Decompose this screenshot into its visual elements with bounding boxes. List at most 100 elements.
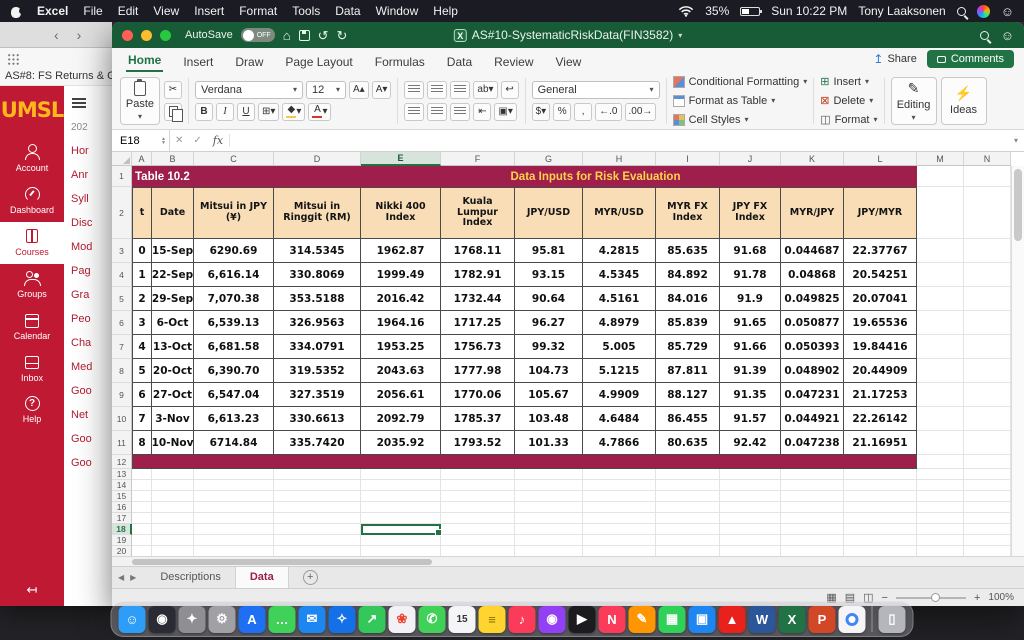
- menu-item-tools[interactable]: Tools: [292, 4, 320, 18]
- grid-cell[interactable]: [964, 335, 1011, 359]
- grid-cell[interactable]: [132, 491, 152, 502]
- borders-button[interactable]: ⊞▾: [258, 103, 279, 121]
- hamburger-icon[interactable]: [72, 98, 86, 100]
- column-header-e[interactable]: E: [361, 152, 441, 166]
- table-data-cell[interactable]: 91.57: [720, 407, 781, 431]
- grid-cell[interactable]: [964, 513, 1011, 524]
- table-data-cell[interactable]: 1793.52: [441, 431, 515, 455]
- dock-safari[interactable]: ✧: [329, 606, 356, 633]
- wifi-icon[interactable]: [678, 5, 694, 17]
- align-bottom-button[interactable]: [450, 81, 470, 99]
- grid-cell[interactable]: [515, 480, 583, 491]
- tab-draw[interactable]: Draw: [233, 52, 265, 72]
- table-data-cell[interactable]: 86.455: [656, 407, 720, 431]
- grid-cell[interactable]: [781, 524, 844, 535]
- grid-cell[interactable]: [194, 524, 274, 535]
- grid-cell[interactable]: [917, 502, 964, 513]
- menubar-clock[interactable]: Sun 10:22 PM: [771, 4, 847, 18]
- table-data-cell[interactable]: 1756.73: [441, 335, 515, 359]
- cell-styles-button[interactable]: Cell Styles▾: [673, 112, 808, 127]
- dock-excel[interactable]: X: [779, 606, 806, 633]
- table-data-cell[interactable]: 87.811: [656, 359, 720, 383]
- row-header-9[interactable]: 9: [112, 383, 132, 407]
- table-data-cell[interactable]: 80.635: [656, 431, 720, 455]
- grid-cell[interactable]: [964, 239, 1011, 263]
- horizontal-scrollbar[interactable]: [112, 556, 1024, 566]
- row-header-2[interactable]: 2: [112, 187, 132, 239]
- column-header-m[interactable]: M: [917, 152, 964, 166]
- table-data-cell[interactable]: 8: [132, 431, 152, 455]
- table-data-cell[interactable]: 2016.42: [361, 287, 441, 311]
- fill-color-button[interactable]: ◆▾: [282, 103, 305, 121]
- table-data-cell[interactable]: 2056.61: [361, 383, 441, 407]
- column-header-n[interactable]: N: [964, 152, 1011, 166]
- table-data-cell[interactable]: 1770.06: [441, 383, 515, 407]
- table-data-cell[interactable]: 19.84416: [844, 335, 917, 359]
- grid-cell[interactable]: [583, 469, 656, 480]
- menu-item-file[interactable]: File: [83, 4, 102, 18]
- table-data-cell[interactable]: 6,390.70: [194, 359, 274, 383]
- table-data-cell[interactable]: 5: [132, 359, 152, 383]
- umsl-logo[interactable]: UMSL: [0, 86, 64, 138]
- row-header-20[interactable]: 20: [112, 546, 132, 556]
- table-data-cell[interactable]: 0.050877: [781, 311, 844, 335]
- table-data-cell[interactable]: 314.5345: [274, 239, 361, 263]
- insert-cells-button[interactable]: ⊞ Insert▾: [820, 74, 877, 89]
- grid-cell[interactable]: [844, 513, 917, 524]
- grid-cell[interactable]: [441, 491, 515, 502]
- dock-finder[interactable]: ☺: [119, 606, 146, 633]
- course-nav-link[interactable]: Net: [64, 403, 112, 427]
- cancel-icon[interactable]: ✕: [170, 135, 188, 146]
- table-data-cell[interactable]: 91.9: [720, 287, 781, 311]
- menu-item-insert[interactable]: Insert: [194, 4, 224, 18]
- table-data-cell[interactable]: 2043.63: [361, 359, 441, 383]
- grow-font-button[interactable]: A▴: [349, 81, 369, 99]
- menubar-extra-icon[interactable]: ☺: [1001, 5, 1014, 18]
- grid-cell[interactable]: [917, 469, 964, 480]
- font-name-select[interactable]: Verdana▾: [195, 81, 303, 99]
- autosave-toggle[interactable]: OFF: [241, 28, 275, 42]
- table-data-cell[interactable]: 103.48: [515, 407, 583, 431]
- row-header-7[interactable]: 7: [112, 335, 132, 359]
- dock-tv[interactable]: ▶: [569, 606, 596, 633]
- course-nav-link[interactable]: Pag: [64, 259, 112, 283]
- editing-button[interactable]: ✎ Editing▾: [891, 77, 937, 125]
- table-data-cell[interactable]: 19.65536: [844, 311, 917, 335]
- table-data-cell[interactable]: 6,547.04: [194, 383, 274, 407]
- grid-cell[interactable]: [964, 311, 1011, 335]
- column-header-l[interactable]: L: [844, 152, 917, 166]
- tab-data[interactable]: Data: [445, 52, 474, 72]
- grid-cell[interactable]: [844, 480, 917, 491]
- browser-back-icon[interactable]: ‹: [54, 27, 59, 43]
- sidebar-item-dashboard[interactable]: Dashboard: [0, 180, 64, 222]
- table-data-cell[interactable]: 7: [132, 407, 152, 431]
- grid-cell[interactable]: [194, 480, 274, 491]
- dock-messages[interactable]: …: [269, 606, 296, 633]
- grid-cell[interactable]: [917, 187, 964, 239]
- browser-forward-icon[interactable]: ›: [77, 27, 82, 43]
- grid-cell[interactable]: [964, 166, 1011, 187]
- zoom-slider-knob[interactable]: [931, 593, 940, 602]
- grid-cell[interactable]: [917, 535, 964, 546]
- table-data-cell[interactable]: 1: [132, 263, 152, 287]
- name-box-stepper[interactable]: ▲▼: [161, 137, 169, 145]
- sidebar-item-help[interactable]: Help: [0, 390, 64, 431]
- grid-cell[interactable]: [441, 502, 515, 513]
- grid-cell[interactable]: [274, 491, 361, 502]
- grid-cell[interactable]: [152, 480, 194, 491]
- grid-cell[interactable]: [917, 407, 964, 431]
- font-size-select[interactable]: 12▾: [306, 81, 346, 99]
- table-header-cell[interactable]: JPY FX Index: [720, 187, 781, 239]
- table-data-cell[interactable]: 101.33: [515, 431, 583, 455]
- table-data-cell[interactable]: 1962.87: [361, 239, 441, 263]
- menu-item-excel[interactable]: Excel: [37, 4, 68, 18]
- table-data-cell[interactable]: 90.64: [515, 287, 583, 311]
- table-data-cell[interactable]: 15-Sep: [152, 239, 194, 263]
- row-header-10[interactable]: 10: [112, 407, 132, 431]
- grid-cell[interactable]: [917, 491, 964, 502]
- table-data-cell[interactable]: 1999.49: [361, 263, 441, 287]
- name-box[interactable]: E18 ▲▼: [112, 130, 170, 151]
- table-data-cell[interactable]: 0.047231: [781, 383, 844, 407]
- grid-cell[interactable]: [656, 502, 720, 513]
- row-header-17[interactable]: 17: [112, 513, 132, 524]
